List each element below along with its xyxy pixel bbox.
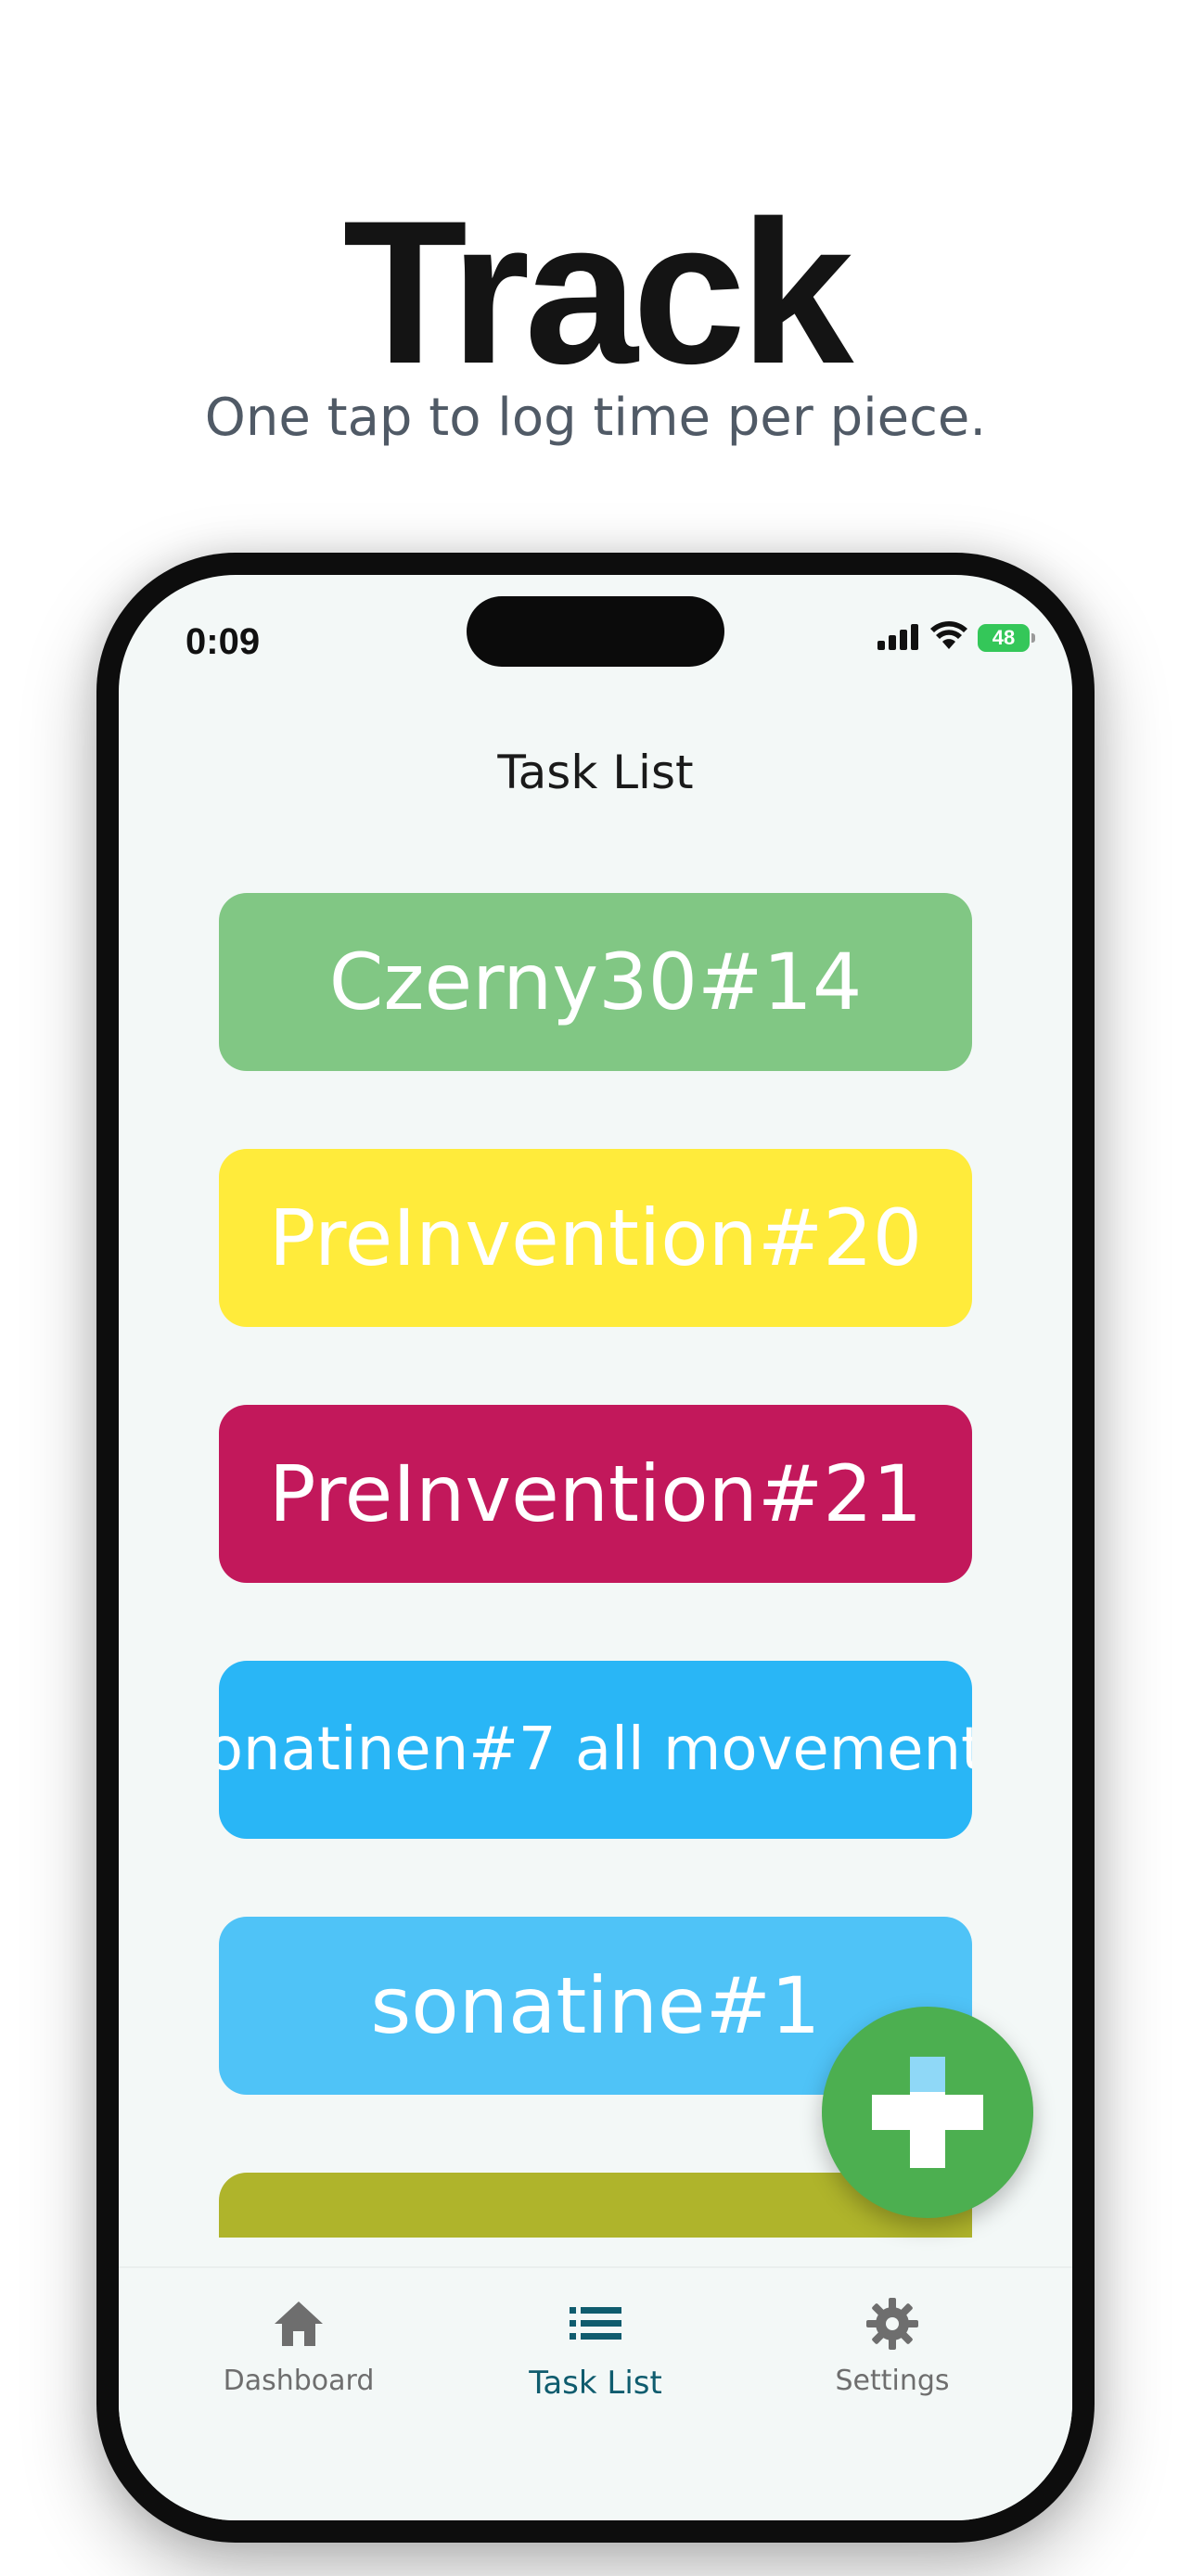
dynamic-island	[467, 596, 724, 667]
tab-label: Settings	[835, 2365, 950, 2397]
task-label: Czerny30#14	[328, 937, 863, 1027]
hero-subtitle: One tap to log time per piece.	[204, 388, 987, 448]
tab-settings[interactable]: Settings	[753, 2268, 1031, 2454]
task-card-preinvention-21[interactable]: PreInvention#21	[219, 1405, 972, 1583]
screen-title: Task List	[497, 746, 694, 799]
tab-bar: Dashboard Task List Settings	[119, 2266, 1072, 2520]
tab-task-list[interactable]: Task List	[456, 2268, 735, 2454]
wifi-icon	[929, 621, 968, 655]
task-label: sonatine#1	[370, 1960, 821, 2051]
phone-screen: 0:09 48 Task List Czerny30#14 PreInventi…	[119, 575, 1072, 2520]
status-icons: 48	[877, 619, 1035, 657]
add-task-button[interactable]	[822, 2007, 1033, 2218]
signal-icon	[877, 622, 920, 654]
task-label: sonatinen#7 all movements	[219, 1715, 972, 1784]
task-card-sonatinen-7[interactable]: sonatinen#7 all movements	[219, 1661, 972, 1839]
tab-label: Dashboard	[223, 2365, 375, 2397]
tab-dashboard[interactable]: Dashboard	[160, 2268, 438, 2454]
home-icon	[269, 2294, 328, 2353]
tab-label: Task List	[529, 2365, 662, 2402]
task-card-preinvention-20[interactable]: PreInvention#20	[219, 1149, 972, 1327]
gear-icon	[863, 2294, 922, 2353]
task-label: PreInvention#21	[268, 1448, 923, 1539]
phone-frame: 0:09 48 Task List Czerny30#14 PreInventi…	[96, 553, 1095, 2543]
battery-indicator: 48	[978, 624, 1035, 652]
task-label: PreInvention#20	[268, 1192, 923, 1283]
status-time: 0:09	[186, 621, 261, 662]
task-card-czerny30-14[interactable]: Czerny30#14	[219, 893, 972, 1071]
list-icon	[566, 2294, 625, 2353]
hero-title: Track	[342, 178, 854, 406]
